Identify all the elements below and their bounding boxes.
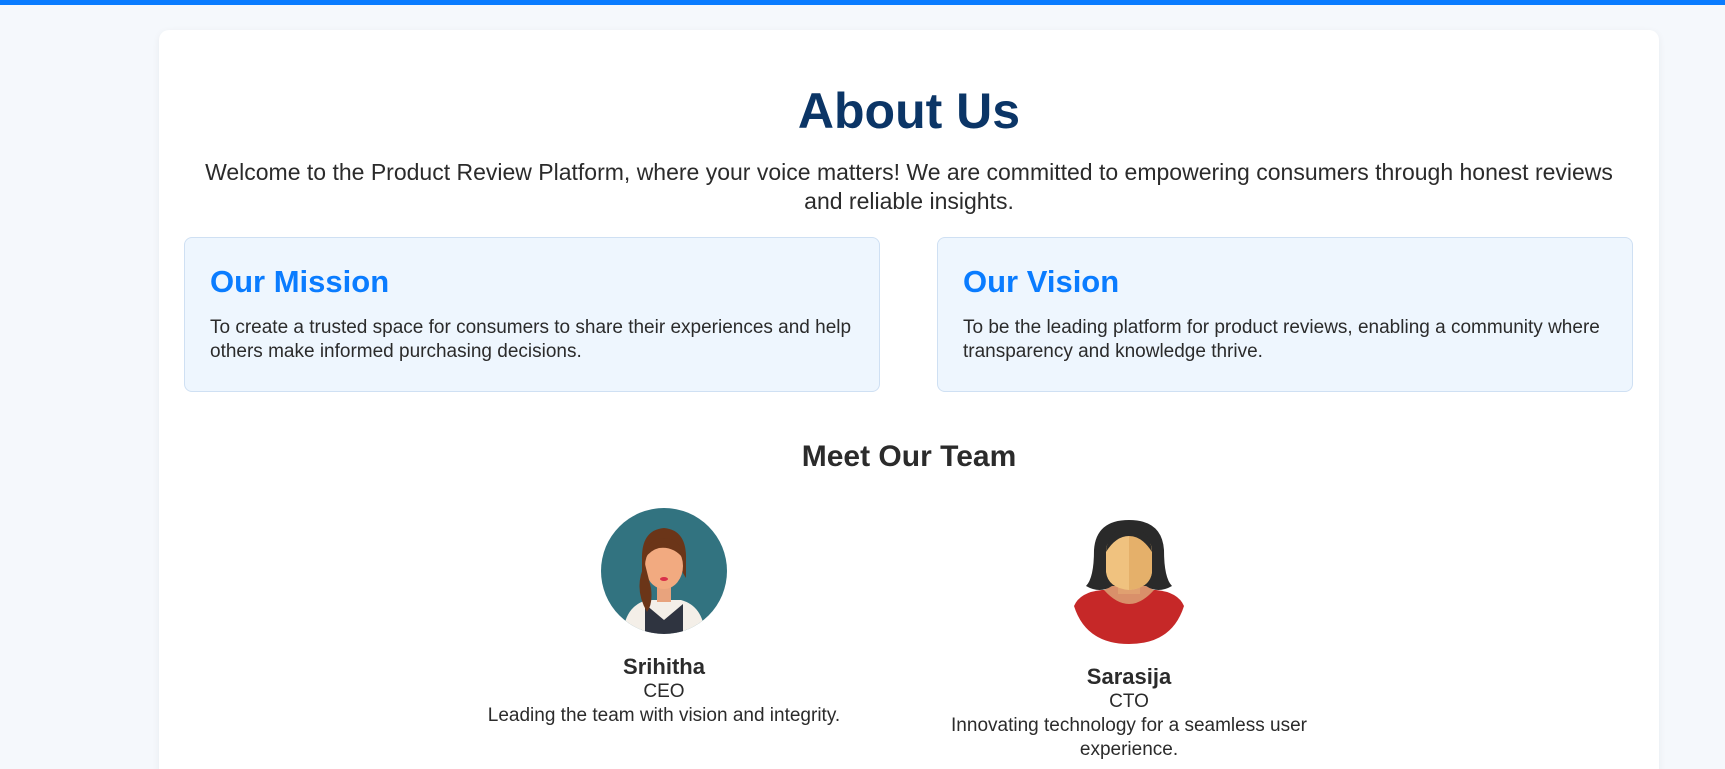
- woman-avatar-icon: [1074, 520, 1184, 644]
- team-member-srihitha: Srihitha CEO Leading the team with visio…: [479, 508, 849, 728]
- mission-title: Our Mission: [210, 264, 390, 299]
- page-title: About Us: [797, 83, 1021, 139]
- top-accent-bar: [0, 0, 1725, 5]
- member-role: CTO: [1109, 691, 1149, 712]
- vision-box: Our Vision To be the leading platform fo…: [937, 237, 1633, 392]
- intro-text: Welcome to the Product Review Platform, …: [205, 159, 1613, 214]
- mission-text: To create a trusted space for consumers …: [210, 317, 852, 362]
- team-member-sarasija: Sarasija CTO Innovating technology for a…: [929, 520, 1329, 762]
- about-card: About Us Welcome to the Product Review P…: [159, 30, 1659, 769]
- member-role: CEO: [643, 681, 685, 702]
- member-name: Srihitha: [623, 654, 705, 679]
- member-description: Leading the team with vision and integri…: [487, 705, 841, 726]
- vision-title: Our Vision: [963, 264, 1120, 299]
- team-title: Meet Our Team: [801, 440, 1017, 473]
- mission-box: Our Mission To create a trusted space fo…: [184, 237, 880, 392]
- member-description: Innovating technology for a seamless use…: [951, 715, 1307, 760]
- woman-avatar-icon: [601, 508, 727, 634]
- vision-text: To be the leading platform for product r…: [963, 317, 1600, 362]
- member-name: Sarasija: [1086, 664, 1172, 689]
